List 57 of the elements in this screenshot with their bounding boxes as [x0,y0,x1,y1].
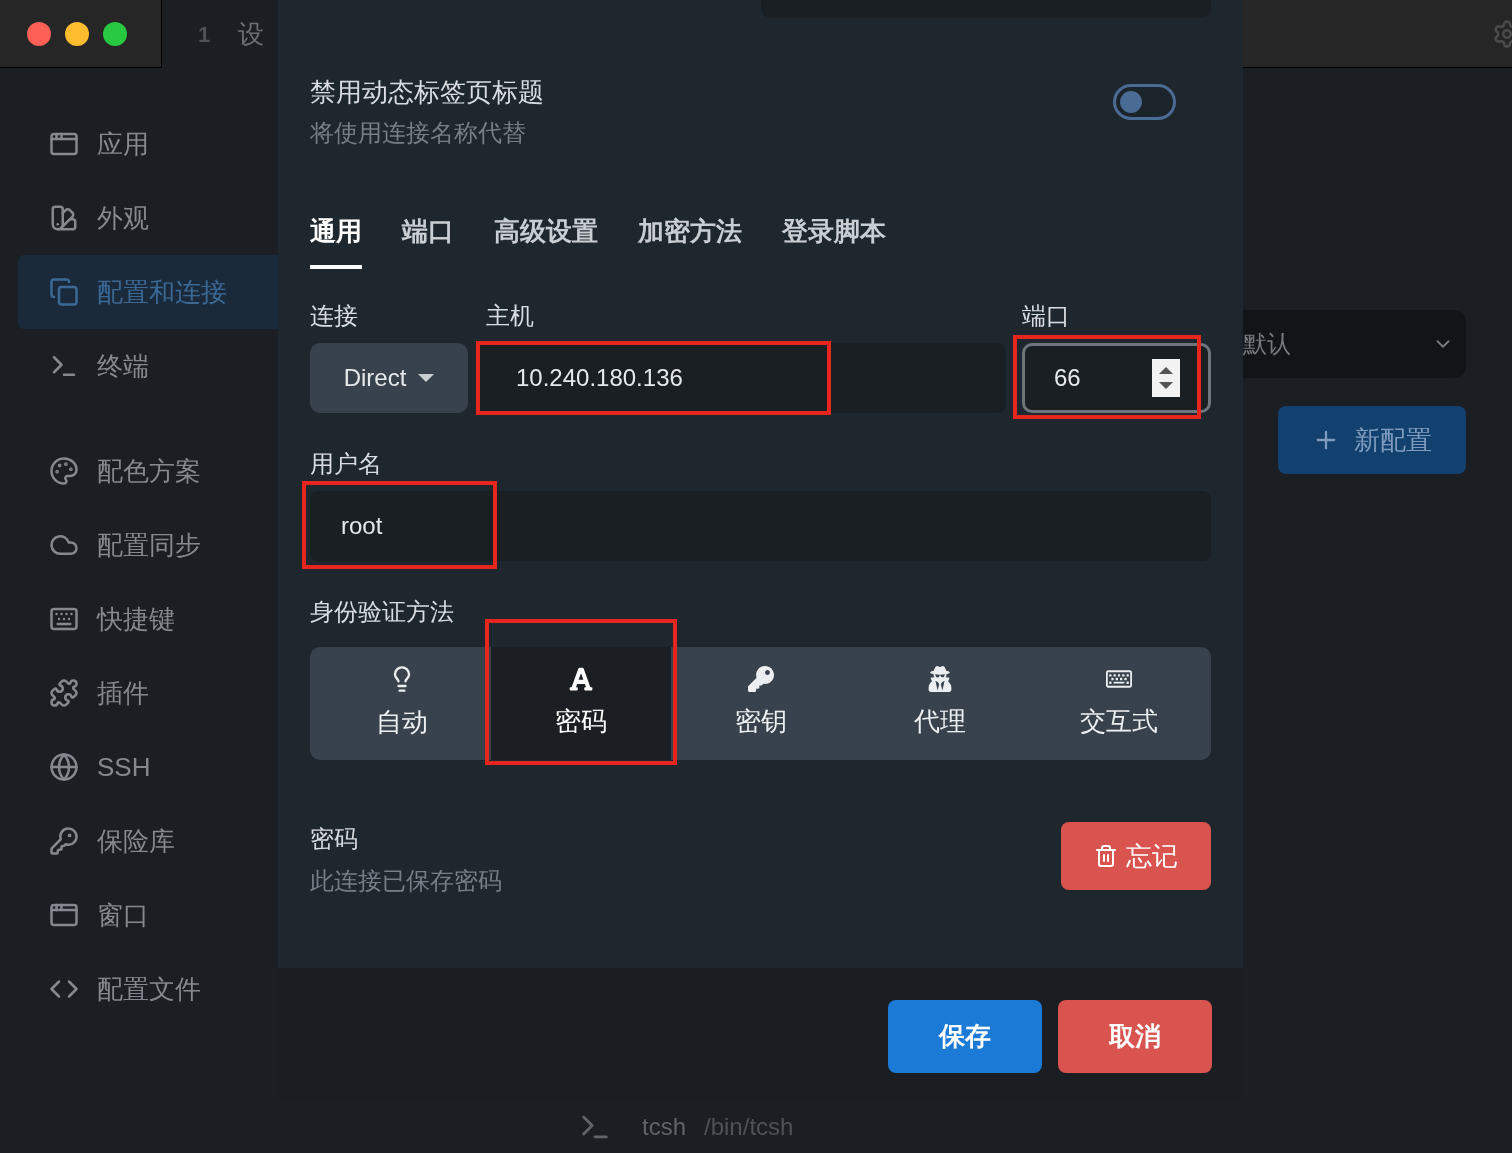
connection-dropdown[interactable]: Direct [310,343,468,413]
field-label: 用户名 [310,449,383,479]
auth-method-option[interactable]: 密钥 [670,647,851,760]
setting-description: 将使用连接名称代替 [310,118,527,148]
sidebar-item[interactable]: 配置同步 [18,508,278,582]
auth-method-option[interactable]: 自动 [312,647,492,760]
sidebar-item[interactable]: 配置文件 [18,952,278,1026]
minimize-window-icon[interactable] [65,21,89,46]
sidebar-item[interactable]: 配色方案 [18,434,278,508]
puzzle-icon [49,678,79,708]
tab[interactable]: 登录脚本 [782,212,886,269]
sidebar-item[interactable]: 插件 [18,656,278,730]
username-field[interactable]: root [310,491,1211,561]
spinner-icon[interactable] [1152,359,1180,397]
sidebar-item[interactable]: 终端 [18,329,278,403]
save-button[interactable]: 保存 [888,1000,1042,1073]
toggle-switch[interactable] [1113,84,1176,120]
field-label: 身份验证方法 [310,597,455,627]
trash-icon [1094,844,1118,868]
cancel-button[interactable]: 取消 [1058,1000,1212,1073]
sidebar-item[interactable]: 外观 [18,181,278,255]
tab[interactable]: 端口 [402,212,454,269]
palette-icon [49,456,79,486]
auth-method-option[interactable]: 交互式 [1029,647,1210,760]
port-field[interactable]: 66 [1022,343,1211,413]
sidebar-item[interactable]: 应用 [18,107,278,181]
zoom-window-icon[interactable] [103,21,127,46]
sidebar-item[interactable]: 保险库 [18,804,278,878]
sidebar-item[interactable]: 快捷键 [18,582,278,656]
letter-a-icon [568,666,595,692]
forget-button[interactable]: 忘记 [1061,822,1211,890]
spy-icon [926,666,953,692]
tab[interactable]: 通用 [310,212,362,269]
key-icon [747,666,774,692]
caret-icon [418,374,435,382]
field-label: 主机 [486,301,535,331]
tab-title[interactable]: 设 [238,14,265,54]
sidebar-item[interactable]: 配置和连接 [18,255,278,329]
setting-title: 密码 [310,824,359,854]
field-label: 连接 [310,301,359,331]
setting-description: 此连接已保存密码 [310,866,502,896]
sidebar-item[interactable]: 窗口 [18,878,278,952]
auth-method-option[interactable]: 密码 [491,647,671,760]
field-label: 端口 [1022,301,1070,331]
shell-name: tcsh [642,1111,686,1142]
sidebar-item[interactable]: SSH [18,730,278,804]
new-profile-button[interactable]: 新配置 [1278,406,1466,474]
close-window-icon[interactable] [27,21,51,46]
profile-dropdown[interactable]: 默认 [1243,310,1466,378]
setting-title: 禁用动态标签页标题 [310,76,544,109]
tab[interactable]: 高级设置 [494,212,598,269]
key-icon [49,826,79,856]
auth-method-option[interactable]: 代理 [850,647,1030,760]
tab[interactable]: 加密方法 [638,212,742,269]
stacked-windows-icon [49,277,79,307]
swatch-icon [49,203,79,233]
globe-icon [49,752,79,782]
